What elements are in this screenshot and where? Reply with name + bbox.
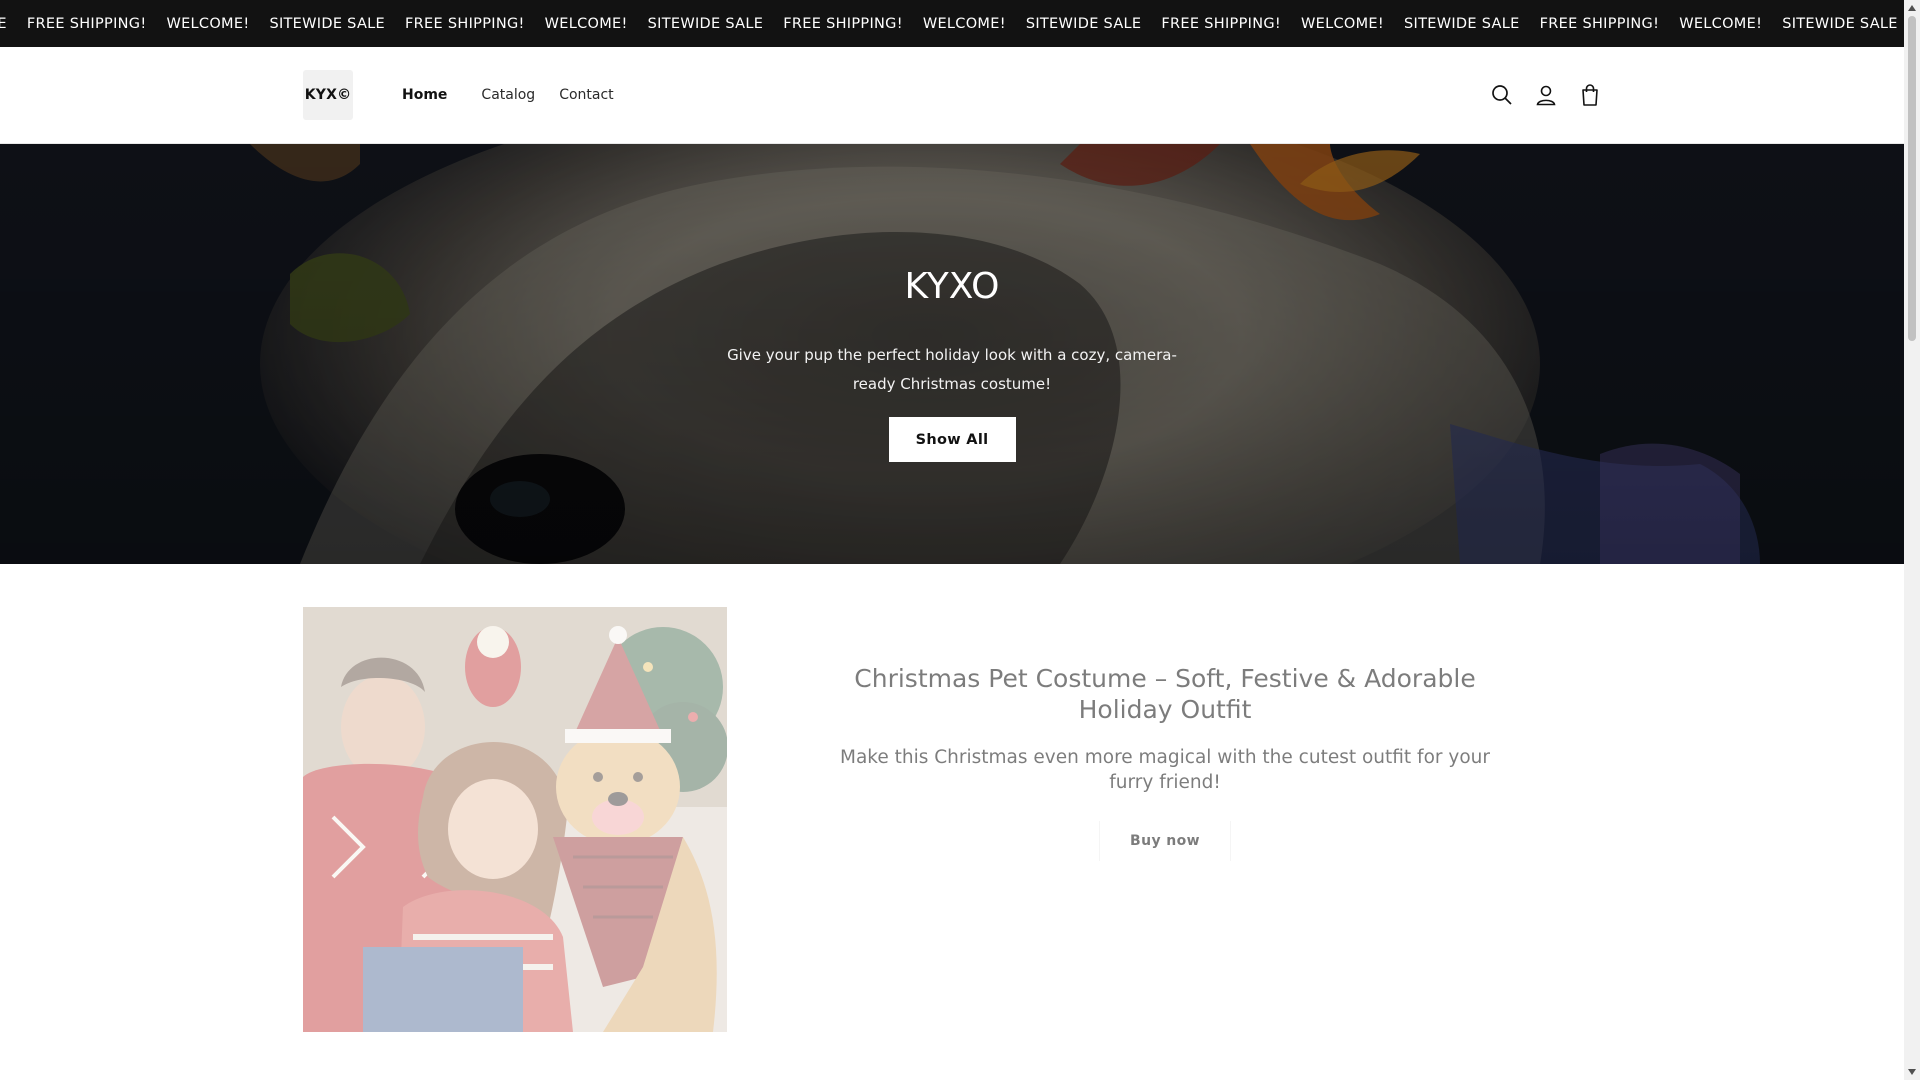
page-scrollbar[interactable] (1904, 0, 1920, 1080)
header-icons (1480, 47, 1612, 143)
announcement-bar: SALE FREE SHIPPING! WELCOME! SITEWIDE SALE F… (0, 0, 1904, 47)
nav-contact[interactable]: Contact (547, 87, 625, 103)
announcement-item: SITEWIDE SALE (269, 15, 386, 32)
hero-title: KYXO (904, 266, 1000, 307)
search-icon[interactable] (1480, 73, 1524, 117)
announcement-item: SITEWIDE SALE (1025, 15, 1142, 32)
hero-subtitle: Give your pup the perfect holiday look w… (727, 346, 1177, 394)
announcement-item: WELCOME! (1301, 15, 1384, 32)
announcement-item: SITEWIDE SALE (1404, 15, 1520, 32)
logo[interactable]: KYX© (303, 70, 353, 120)
announcement-item: SITEWIDE SALE (1782, 15, 1898, 32)
announcement-item: FREE SHIPPING! (1539, 15, 1660, 32)
scroll-down-arrow-icon[interactable] (1904, 1064, 1920, 1080)
announcement-item: FREE SHIPPING! (405, 15, 525, 32)
feature-description: Make this Christmas even more magical wi… (840, 747, 1490, 793)
announcement-item: SALE (0, 15, 7, 32)
announcement-item: WELCOME! (166, 15, 250, 32)
announcement-item: FREE SHIPPING! (783, 15, 903, 32)
announcement-item: WELCOME! (1679, 15, 1763, 32)
announcement-item: WELCOME! (922, 15, 1006, 32)
buy-now-button[interactable]: Buy now (1099, 821, 1231, 861)
feature-text-block: Christmas Pet Costume – Soft, Festive & … (820, 663, 1510, 861)
announcement-item: FREE SHIPPING! (26, 15, 147, 32)
logo-text: KYX© (304, 87, 352, 103)
main-nav: Home Catalog Contact (390, 47, 626, 143)
announcement-track: SALE FREE SHIPPING! WELCOME! SITEWIDE SALE F… (0, 0, 1904, 47)
announcement-item: WELCOME! (544, 15, 628, 32)
account-icon[interactable] (1524, 73, 1568, 117)
site-header: KYX© Home Catalog Contact (0, 47, 1904, 144)
announcement-item: SITEWIDE SALE (647, 15, 764, 32)
scroll-up-arrow-icon[interactable] (1904, 0, 1920, 16)
hero-content: KYXO Give your pup the perfect holiday l… (0, 144, 1904, 564)
feature-product-image (303, 607, 727, 1032)
show-all-button[interactable]: Show All (888, 417, 1016, 463)
scroll-thumb[interactable] (1908, 16, 1916, 341)
nav-home[interactable]: Home (390, 87, 459, 103)
feature-title: Christmas Pet Costume – Soft, Festive & … (854, 664, 1476, 724)
nav-catalog[interactable]: Catalog (469, 87, 547, 103)
announcement-item: FREE SHIPPING! (1161, 15, 1281, 32)
cart-icon[interactable] (1568, 73, 1612, 117)
hero-banner: KYXO Give your pup the perfect holiday l… (0, 144, 1904, 564)
